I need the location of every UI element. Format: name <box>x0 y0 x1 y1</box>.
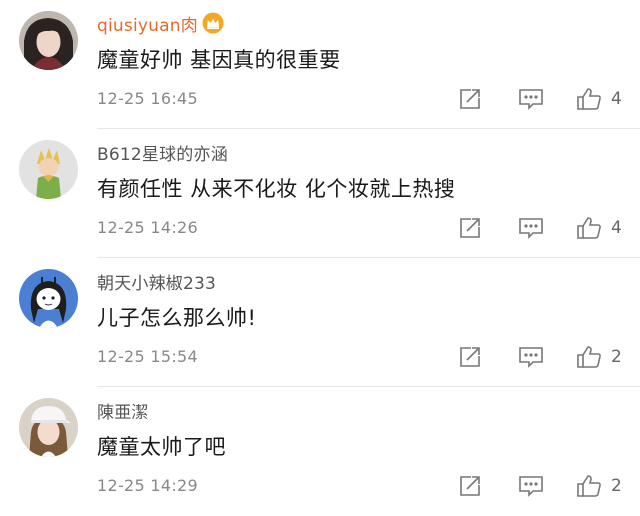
reply-icon <box>519 476 543 497</box>
username[interactable]: 陳亜潔 <box>97 398 149 423</box>
repost-button[interactable] <box>458 87 482 111</box>
like-count: 2 <box>611 347 622 367</box>
repost-button[interactable] <box>458 474 482 498</box>
comment-text: 儿子怎么那么帅! <box>97 306 257 330</box>
username[interactable]: 朝天小辣椒233 <box>97 269 216 294</box>
like-button[interactable]: 4 <box>576 87 622 111</box>
comment-text: 魔童太帅了吧 <box>97 435 226 459</box>
repost-icon <box>460 476 480 496</box>
comment-time: 12-25 16:45 <box>97 89 198 108</box>
comment-item: qiusiyuan肉 魔童好帅 基因真的很重要 12-25 16:45 4 <box>0 0 640 129</box>
username[interactable]: qiusiyuan肉 <box>97 11 198 36</box>
reply-icon <box>519 89 543 110</box>
username[interactable]: B612星球的亦涵 <box>97 140 228 165</box>
reply-icon <box>519 218 543 239</box>
reply-button[interactable] <box>518 345 544 369</box>
comment-time: 12-25 14:29 <box>97 476 198 495</box>
like-count: 4 <box>611 89 622 109</box>
like-icon <box>577 346 601 368</box>
comment-item: 朝天小辣椒233 儿子怎么那么帅! 12-25 15:54 2 <box>0 258 640 387</box>
comment-text: 有颜任性 从来不化妆 化个妆就上热搜 <box>97 177 456 201</box>
avatar[interactable] <box>19 398 78 457</box>
avatar[interactable] <box>19 11 78 70</box>
avatar[interactable] <box>19 140 78 199</box>
reply-button[interactable] <box>518 474 544 498</box>
avatar[interactable] <box>19 269 78 328</box>
comment-text: 魔童好帅 基因真的很重要 <box>97 48 341 72</box>
like-count: 2 <box>611 476 622 496</box>
like-count: 4 <box>611 218 622 238</box>
like-icon <box>577 88 601 110</box>
like-button[interactable]: 2 <box>576 345 622 369</box>
comment-time: 12-25 15:54 <box>97 347 198 366</box>
crown-badge-icon <box>202 12 224 34</box>
repost-button[interactable] <box>458 345 482 369</box>
like-button[interactable]: 2 <box>576 474 622 498</box>
comment-item: B612星球的亦涵 有颜任性 从来不化妆 化个妆就上热搜 12-25 14:26… <box>0 129 640 258</box>
comment-time: 12-25 14:26 <box>97 218 198 237</box>
reply-icon <box>519 347 543 368</box>
repost-icon <box>460 218 480 238</box>
reply-button[interactable] <box>518 87 544 111</box>
like-icon <box>577 475 601 497</box>
repost-button[interactable] <box>458 216 482 240</box>
repost-icon <box>460 89 480 109</box>
repost-icon <box>460 347 480 367</box>
reply-button[interactable] <box>518 216 544 240</box>
comment-item: 陳亜潔 魔童太帅了吧 12-25 14:29 2 <box>0 387 640 516</box>
like-icon <box>577 217 601 239</box>
like-button[interactable]: 4 <box>576 216 622 240</box>
